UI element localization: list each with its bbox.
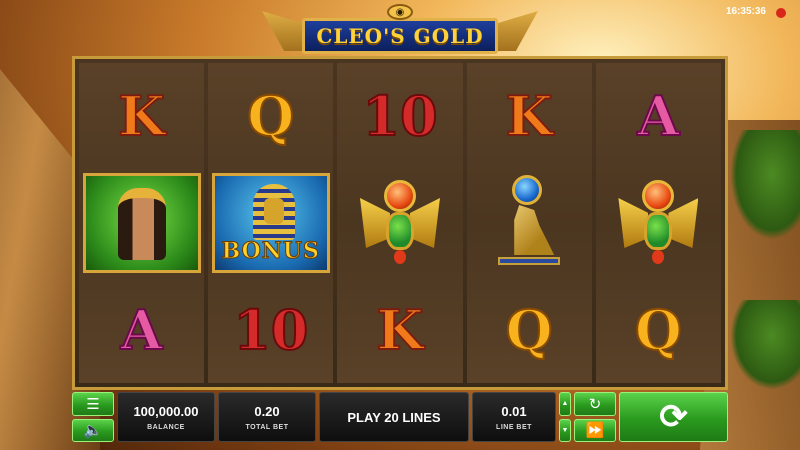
scarab-body	[385, 211, 414, 250]
symbol-falcon	[494, 174, 564, 271]
balance-value: 100,000.00	[133, 403, 199, 419]
logo-plate: CLEO'S GOLD	[302, 18, 498, 54]
line-bet-down-button[interactable]: ▼	[559, 418, 571, 442]
control-bar: ☰ 🔈 100,000.00 BALANCE 0.20 TOTAL BET PL…	[72, 392, 728, 442]
symbol-cleopatra	[82, 172, 201, 273]
status-dot	[776, 8, 786, 18]
reel-1: KA	[79, 63, 205, 383]
line-bet-panel: 0.01 LINE BET	[472, 392, 556, 442]
symbol-a: A	[120, 297, 164, 363]
fast-forward-icon: ⏩	[585, 422, 605, 440]
scarab-wing-right	[409, 197, 440, 248]
reel-cell	[467, 170, 592, 277]
spin-button[interactable]: ⟳	[619, 392, 728, 442]
eye-of-horus-icon: ◉	[387, 4, 413, 20]
symbol-scarab	[359, 178, 440, 268]
autoplay-button[interactable]: ↻	[574, 392, 616, 416]
reel-cell: BONUS	[208, 170, 333, 277]
pharaoh-face	[263, 197, 284, 224]
spin-icon: ⟳	[659, 398, 688, 436]
background-palm	[730, 130, 800, 240]
menu-button[interactable]: ☰	[72, 392, 114, 416]
falcon-icon	[514, 204, 555, 255]
reel-4: KQ	[466, 63, 592, 383]
side-buttons: ☰ 🔈	[72, 392, 114, 442]
reel-cell: Q	[596, 276, 721, 383]
menu-icon: ☰	[86, 395, 100, 413]
symbol-q: Q	[246, 83, 295, 149]
reel-cell: K	[79, 63, 204, 170]
reel-cell	[596, 170, 721, 277]
reel-cell: A	[79, 276, 204, 383]
total-bet-label: TOTAL BET	[245, 423, 289, 431]
background-palm-low	[730, 300, 800, 390]
reel-cell: Q	[467, 276, 592, 383]
reels-grid: K A Q BONUS 10 10 K K Q A Q	[72, 56, 728, 390]
symbol-q: Q	[634, 297, 683, 363]
symbol-k: K	[117, 83, 166, 149]
scarab-foot	[652, 249, 665, 264]
arrow-down-icon: ▼	[561, 426, 569, 434]
total-bet-value: 0.20	[254, 403, 280, 419]
balance-label: BALANCE	[147, 423, 185, 431]
symbol-10: 10	[361, 83, 438, 149]
lines-button[interactable]: PLAY 20 LINES	[319, 392, 469, 442]
balance-panel: 100,000.00 BALANCE	[117, 392, 215, 442]
reel-cell: 10	[208, 276, 333, 383]
scarab-gem	[383, 179, 416, 212]
scarab-wing-right	[668, 197, 699, 248]
reel-cell: 10	[337, 63, 462, 170]
scarab-gem	[642, 179, 675, 212]
symbol-a: A	[636, 83, 680, 149]
reel-3: 10 K	[337, 63, 463, 383]
reel-cell: K	[337, 276, 462, 383]
speaker-icon: 🔈	[83, 422, 103, 440]
reel-cell: A	[596, 63, 721, 170]
reel-5: AQ	[595, 63, 721, 383]
reel-cell: K	[467, 63, 592, 170]
arrow-up-icon: ▲	[561, 400, 569, 408]
line-bet-up-button[interactable]: ▲	[559, 392, 571, 416]
scarab-foot	[393, 249, 406, 264]
symbol-q: Q	[505, 297, 554, 363]
line-bet-arrows: ▲ ▼	[559, 392, 571, 442]
line-bet-label: LINE BET	[496, 423, 532, 431]
fast-forward-button[interactable]: ⏩	[574, 418, 616, 442]
bonus-label: BONUS	[221, 237, 320, 264]
reel-cell	[337, 170, 462, 277]
side-buttons-right: ↻ ⏩	[574, 392, 616, 442]
cleopatra-icon	[117, 187, 166, 260]
falcon-sun-disc	[512, 174, 543, 205]
clock: 16:35:36	[725, 6, 766, 17]
reel-cell	[79, 170, 204, 277]
reel-cell: Q	[208, 63, 333, 170]
line-bet-value: 0.01	[501, 403, 527, 419]
total-bet-panel: 0.20 TOTAL BET	[218, 392, 316, 442]
falcon-base	[498, 256, 561, 265]
game-title: CLEO'S GOLD	[316, 24, 484, 48]
lines-label: PLAY 20 LINES	[347, 409, 441, 425]
symbol-bonus: BONUS	[211, 172, 330, 273]
autoplay-icon: ↻	[588, 395, 602, 413]
sound-button[interactable]: 🔈	[72, 418, 114, 442]
symbol-k: K	[505, 83, 554, 149]
scarab-body	[644, 211, 673, 250]
symbol-10: 10	[232, 297, 309, 363]
reel-2: Q BONUS 10	[208, 63, 334, 383]
symbol-scarab	[618, 178, 699, 268]
symbol-k: K	[376, 297, 425, 363]
